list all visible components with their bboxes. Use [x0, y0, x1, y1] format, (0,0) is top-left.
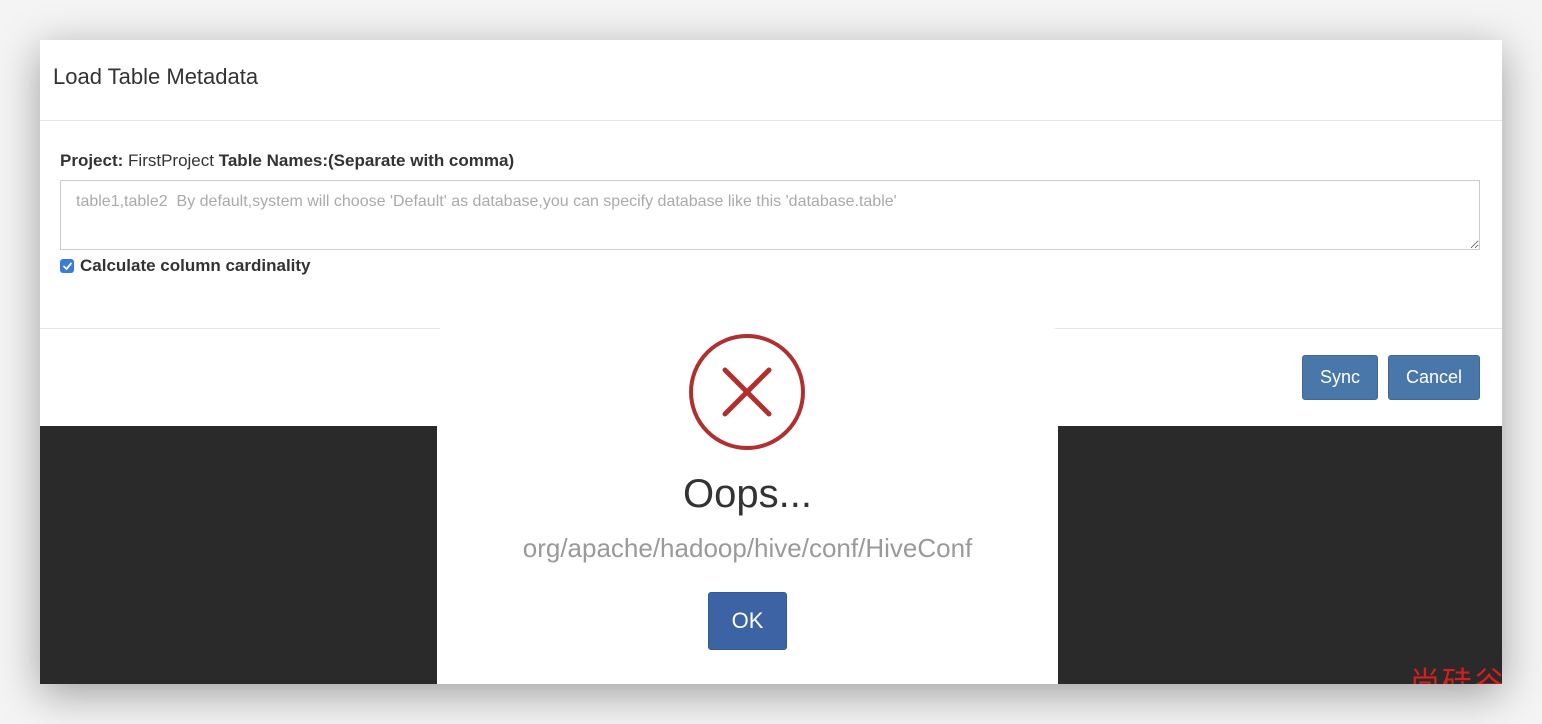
cancel-button[interactable]: Cancel: [1388, 355, 1480, 400]
project-line: Project: FirstProject Table Names:(Separ…: [60, 151, 1482, 171]
project-label: Project:: [60, 151, 124, 170]
app-window: Load Table Metadata Project: FirstProjec…: [40, 40, 1502, 684]
calculate-cardinality-checkbox[interactable]: [60, 259, 74, 273]
modal-footer: Sync Cancel: [1302, 355, 1480, 400]
alert-message: org/apache/hadoop/hive/conf/HiveConf: [522, 533, 973, 563]
table-names-input[interactable]: [60, 180, 1480, 250]
modal-title: Load Table Metadata: [53, 64, 259, 89]
error-x-circle-icon: [689, 334, 805, 450]
calculate-cardinality-row[interactable]: Calculate column cardinality: [60, 256, 1482, 276]
alert-title: Oops...: [683, 472, 812, 516]
modal-body: Project: FirstProject Table Names:(Separ…: [40, 121, 1502, 329]
table-names-label: Table Names:(Separate with comma): [218, 151, 515, 170]
sync-button[interactable]: Sync: [1302, 355, 1378, 400]
modal-header: Load Table Metadata: [40, 40, 1502, 121]
error-alert-dialog: Oops... org/apache/hadoop/hive/conf/Hive…: [437, 328, 1058, 684]
watermark: 尚硅谷: [1410, 666, 1502, 684]
ok-button[interactable]: OK: [708, 592, 787, 650]
calculate-cardinality-label: Calculate column cardinality: [80, 256, 311, 275]
project-value: FirstProject: [128, 151, 214, 170]
checkmark-icon: [62, 262, 72, 270]
